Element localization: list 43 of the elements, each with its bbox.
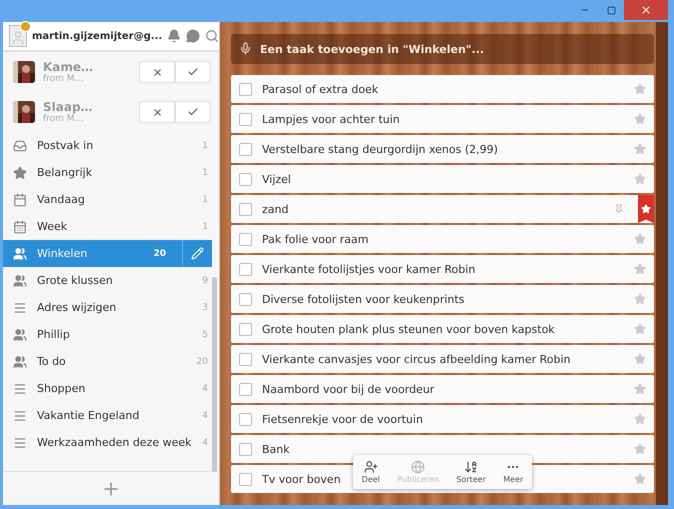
task-title: Fietsenrekje voor de voortuin (262, 412, 423, 426)
account-email: martin.gijzemijter@g... (32, 30, 162, 42)
list-count: 9 (202, 276, 209, 286)
task-title: zand (262, 202, 288, 216)
task-title: Lampjes voor achter tuin (262, 112, 400, 126)
task-title: Vierkante canvasjes voor circus afbeelding kamer Robin (262, 352, 570, 366)
task-title: Grote houten plank plus steunen voor boven kapstok (262, 322, 555, 336)
share-sender: from M… (43, 114, 85, 124)
list-count: 20 (196, 356, 209, 366)
share-sender: from M… (43, 74, 85, 84)
list-name: Phillip (37, 328, 71, 341)
task-title: Parasol of extra doek (262, 82, 378, 96)
list-name: Week (37, 220, 68, 233)
task-title: Verstelbare stang deurgordijn xenos (2,99) (262, 142, 498, 156)
list-name: Winkelen (37, 247, 88, 260)
list-count: 5 (202, 330, 209, 340)
list-name: Werkzaamheden deze week (37, 436, 192, 449)
share-title: Slaap… (43, 100, 94, 114)
task-title: Naambord voor bij de voordeur (262, 382, 434, 396)
list-name: Grote klussen (37, 274, 114, 287)
list-count: 1 (202, 194, 209, 204)
list-count: 1 (202, 222, 209, 232)
task-title: Vijzel (262, 172, 291, 186)
task-title: Diverse fotolijsten voor keukenprints (262, 292, 464, 306)
list-name: Belangrijk (37, 166, 94, 179)
list-count: 4 (202, 438, 209, 448)
list-name: Vakantie Engeland (37, 409, 140, 422)
list-name: Vandaag (37, 193, 86, 206)
list-name: Postvak in (37, 139, 94, 152)
list-count: 4 (202, 384, 209, 394)
list-count: 1 (202, 140, 209, 150)
list-name: Adres wijzigen (37, 301, 118, 314)
list-count: 3 (202, 302, 209, 312)
list-name: To do (37, 355, 67, 368)
list-name: Shoppen (37, 382, 86, 395)
task-title: Bank (262, 442, 290, 456)
task-title: Tv voor boven (262, 472, 341, 486)
share-title: Kame… (43, 60, 94, 74)
task-title: Pak folie voor raam (262, 232, 368, 246)
task-title: Vierkante fotolijstjes voor kamer Robin (262, 262, 476, 276)
list-count: 20 (153, 248, 167, 258)
list-count: 1 (202, 168, 209, 178)
list-count: 4 (202, 410, 209, 420)
